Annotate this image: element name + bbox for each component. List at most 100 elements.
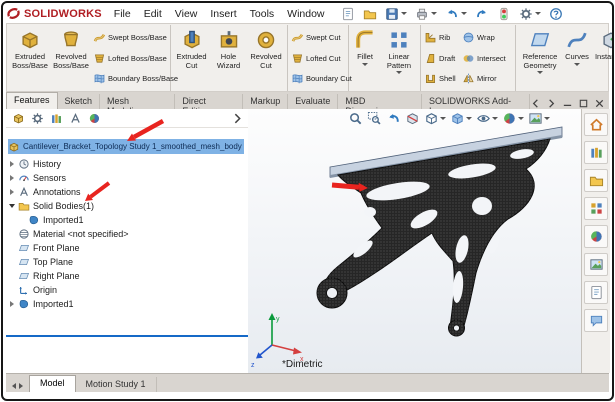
undo-dropdown-icon[interactable] (461, 12, 467, 15)
appearance-dropdown-icon[interactable] (518, 117, 524, 120)
curves-dropdown-icon[interactable] (574, 63, 580, 66)
options-dropdown-icon[interactable] (535, 12, 541, 15)
custom-properties-icon[interactable] (584, 281, 608, 304)
scroll-left-icon[interactable] (12, 383, 16, 389)
curves-button[interactable]: Curves (563, 26, 591, 90)
dimxpert-manager-tab-icon[interactable] (69, 112, 82, 125)
tree-item-right-plane[interactable]: Right Plane (8, 269, 244, 283)
menu-window[interactable]: Window (287, 8, 324, 20)
shell-button[interactable]: Shell (423, 70, 460, 87)
menu-view[interactable]: View (175, 8, 198, 20)
forum-icon[interactable] (584, 309, 608, 332)
expand-arrow-icon[interactable] (10, 161, 14, 167)
scene-dropdown-icon[interactable] (544, 117, 550, 120)
undo-icon[interactable] (445, 7, 467, 21)
scenes-icon[interactable] (584, 253, 608, 276)
apply-scene-icon[interactable] (528, 111, 550, 126)
linear-pattern-button[interactable]: Linear Pattern (380, 26, 418, 90)
lofted-boss-base-button[interactable]: Lofted Boss/Base (92, 50, 168, 67)
boundary-cut-button[interactable]: Boundary Cut (290, 70, 346, 87)
expand-arrow-icon[interactable] (10, 301, 14, 307)
rib-button[interactable]: Rib (423, 29, 460, 46)
menu-file[interactable]: File (114, 8, 131, 20)
tab-evaluate[interactable]: Evaluate (288, 94, 338, 109)
fillet-button[interactable]: Fillet (351, 26, 379, 90)
boundary-boss-base-button[interactable]: Boundary Boss/Base (92, 70, 168, 87)
tree-item-history[interactable]: History (8, 157, 244, 171)
tab-mbd-dimensions[interactable]: MBD Dimensions (338, 94, 422, 109)
restore-icon[interactable] (578, 98, 589, 109)
new-document-icon[interactable] (341, 7, 355, 21)
save-dropdown-icon[interactable] (401, 12, 407, 15)
instant3d-button[interactable]: Instant3D (592, 26, 614, 90)
view-orientation-dropdown-icon[interactable] (440, 117, 446, 120)
linear-pattern-dropdown-icon[interactable] (396, 71, 402, 74)
wrap-button[interactable]: Wrap (461, 29, 513, 46)
tree-item-solid-bodies[interactable]: Solid Bodies(1) (8, 199, 244, 213)
intersect-button[interactable]: Intersect (461, 50, 513, 67)
scroll-tabs-left-icon[interactable] (530, 98, 541, 109)
help-icon[interactable] (549, 7, 563, 21)
redo-icon[interactable] (475, 7, 489, 21)
menu-insert[interactable]: Insert (210, 8, 236, 20)
tree-item-imported1[interactable]: Imported1 (8, 297, 244, 311)
close-icon[interactable] (594, 98, 605, 109)
feature-manager-tab-icon[interactable] (12, 112, 25, 125)
menu-tools[interactable]: Tools (250, 8, 275, 20)
hide-show-items-icon[interactable] (476, 111, 498, 126)
zoom-area-icon[interactable] (367, 111, 382, 126)
panel-splitter[interactable] (6, 335, 248, 337)
tab-model[interactable]: Model (29, 375, 76, 392)
property-manager-tab-icon[interactable] (31, 112, 44, 125)
display-manager-tab-icon[interactable] (88, 112, 101, 125)
file-explorer-icon[interactable] (584, 169, 608, 192)
tab-features[interactable]: Features (6, 92, 58, 109)
print-icon[interactable] (415, 7, 437, 21)
view-orientation-icon[interactable] (424, 111, 446, 126)
revolved-cut-button[interactable]: Revolved Cut (247, 26, 285, 90)
tree-item-origin[interactable]: Origin (8, 283, 244, 297)
fillet-dropdown-icon[interactable] (362, 63, 368, 66)
rebuild-icon[interactable] (497, 7, 511, 21)
scroll-right-icon[interactable] (19, 383, 23, 389)
tab-direct-editing[interactable]: Direct Editing (175, 94, 243, 109)
extruded-boss-base-button[interactable]: Extruded Boss/Base (10, 26, 50, 90)
tree-item-front-plane[interactable]: Front Plane (8, 241, 244, 255)
print-dropdown-icon[interactable] (431, 12, 437, 15)
tree-item-annotations[interactable]: Annotations (8, 185, 244, 199)
section-view-icon[interactable] (405, 111, 420, 126)
swept-cut-button[interactable]: Swept Cut (290, 29, 346, 46)
tree-item-top-plane[interactable]: Top Plane (8, 255, 244, 269)
tree-item-sensors[interactable]: Sensors (8, 171, 244, 185)
appearances-icon[interactable] (584, 225, 608, 248)
panel-expand-chevron-icon[interactable] (231, 112, 248, 125)
hole-wizard-button[interactable]: Hole Wizard (211, 26, 246, 90)
tab-motion-study-1[interactable]: Motion Study 1 (76, 377, 157, 392)
tree-root-item[interactable]: Cantilever_Bracket_Topology Study 1_smoo… (8, 139, 244, 154)
extruded-cut-button[interactable]: Extruded Cut (173, 26, 210, 90)
options-icon[interactable] (519, 7, 541, 21)
minimize-icon[interactable] (562, 98, 573, 109)
tab-solidworks-add-ins[interactable]: SOLIDWORKS Add-Ins (422, 94, 530, 109)
menu-edit[interactable]: Edit (144, 8, 162, 20)
home-icon[interactable] (584, 113, 608, 136)
save-icon[interactable] (385, 7, 407, 21)
reference-geometry-button[interactable]: Reference Geometry (518, 26, 562, 90)
collapse-arrow-icon[interactable] (9, 204, 15, 208)
previous-view-icon[interactable] (386, 111, 401, 126)
reference-geometry-dropdown-icon[interactable] (537, 71, 543, 74)
open-icon[interactable] (363, 7, 377, 21)
design-library-icon[interactable] (584, 141, 608, 164)
expand-arrow-icon[interactable] (10, 189, 14, 195)
view-palette-icon[interactable] (584, 197, 608, 220)
tree-item-material[interactable]: Material <not specified> (8, 227, 244, 241)
scroll-tabs-right-icon[interactable] (546, 98, 557, 109)
zoom-fit-icon[interactable] (348, 111, 363, 126)
graphics-area[interactable]: y x z *Dimetric (248, 109, 581, 373)
revolved-boss-base-button[interactable]: Revolved Boss/Base (51, 26, 91, 90)
swept-boss-base-button[interactable]: Swept Boss/Base (92, 29, 168, 46)
lofted-cut-button[interactable]: Lofted Cut (290, 50, 346, 67)
hide-show-dropdown-icon[interactable] (492, 117, 498, 120)
mirror-button[interactable]: Mirror (461, 70, 513, 87)
edit-appearance-icon[interactable] (502, 111, 524, 126)
